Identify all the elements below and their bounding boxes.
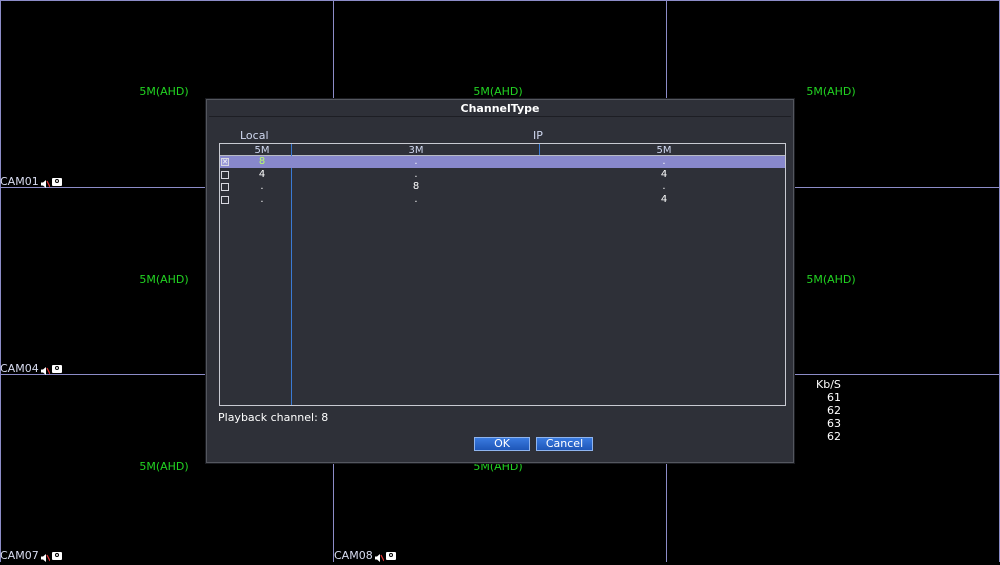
tile-resolution-label: 5M(AHD) [139,273,189,286]
tile-resolution-label: 5M(AHD) [139,460,189,473]
camera-label-cam04: CAM04 [0,362,62,375]
group-label-local: Local [240,129,269,142]
camera-record-icon [51,177,62,186]
grid-line-left [0,0,1,562]
speaker-muted-icon [40,178,51,188]
channel-type-dialog: ChannelType Local IP 5M 3M 5M ✕ 8 . . 4 … [206,99,794,463]
camera-name: CAM01 [0,175,39,188]
cell-ip-3m: . [414,169,418,180]
cell-local: . [260,181,264,192]
cell-ip-5m: 4 [660,194,668,205]
camera-label-cam01: CAM01 [0,175,62,188]
cell-ip-5m: . [662,156,666,167]
row-checkbox[interactable] [221,183,229,191]
row-checkbox[interactable] [221,196,229,204]
bitrate-value: 62 [827,430,841,443]
title-divider [209,116,791,117]
cell-ip-3m: . [414,156,418,167]
row-checkbox[interactable] [221,171,229,179]
cell-ip-5m: . [662,181,666,192]
camera-record-icon [51,551,62,560]
channel-type-table: 5M 3M 5M ✕ 8 . . 4 . 4 . 8 . . . 4 [219,143,786,406]
bitrate-value: 62 [827,404,841,417]
ok-button[interactable]: OK [474,437,530,451]
cell-ip-3m: 8 [412,181,420,192]
camera-name: CAM07 [0,549,39,562]
speaker-muted-icon [40,552,51,562]
tile-resolution-label: 5M(AHD) [806,273,856,286]
camera-record-icon [51,364,62,373]
bitrate-value: 63 [827,417,841,430]
bitrate-readout: Kb/S 61 62 63 62 [816,378,841,443]
speaker-muted-icon [40,365,51,375]
cell-local: 8 [258,156,266,167]
table-row[interactable]: . 8 . [220,181,785,193]
camera-name: CAM08 [334,549,373,562]
tile-resolution-label: 5M(AHD) [473,85,523,98]
bitrate-value: 61 [827,391,841,404]
cell-ip-5m: 4 [660,169,668,180]
table-row[interactable]: . . 4 [220,194,785,206]
cell-local: . [260,194,264,205]
tile-resolution-label: 5M(AHD) [806,85,856,98]
speaker-muted-icon [374,552,385,562]
camera-label-cam08: CAM08 [334,549,396,562]
cell-local: 4 [258,169,266,180]
table-row[interactable]: 4 . 4 [220,169,785,181]
camera-label-cam07: CAM07 [0,549,62,562]
camera-record-icon [385,551,396,560]
table-row[interactable]: ✕ 8 . . [220,156,785,168]
row-checkbox[interactable]: ✕ [221,158,229,166]
cancel-button[interactable]: Cancel [536,437,593,451]
playback-channel-text: Playback channel: 8 [218,411,329,424]
cell-ip-3m: . [414,194,418,205]
camera-name: CAM04 [0,362,39,375]
tile-resolution-label: 5M(AHD) [139,85,189,98]
grid-line-top [0,0,1000,1]
dialog-title: ChannelType [460,102,540,115]
column-divider-ip [539,144,540,155]
bitrate-header: Kb/S [816,378,841,391]
group-label-ip: IP [533,129,543,142]
